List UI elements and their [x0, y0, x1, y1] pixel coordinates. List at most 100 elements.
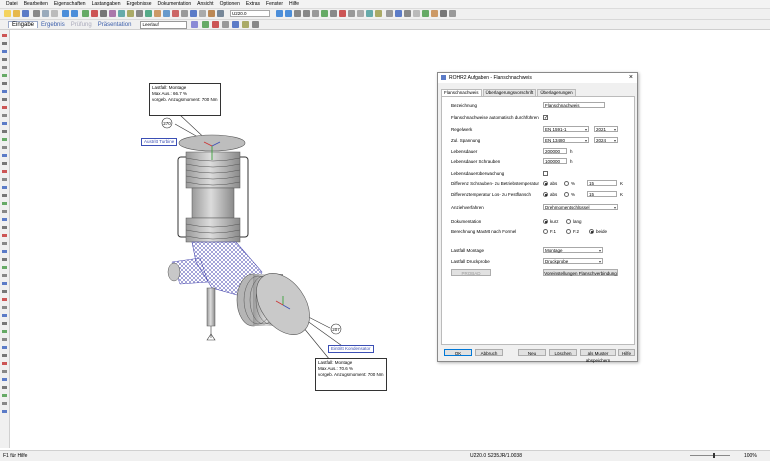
tab-eingabe[interactable]: Eingabe: [8, 21, 39, 28]
tool-warning-icon[interactable]: [2, 362, 7, 365]
deform-icon[interactable]: [222, 21, 230, 28]
print-icon[interactable]: [33, 10, 40, 17]
grid-icon[interactable]: [348, 10, 355, 17]
tool-anchor-icon[interactable]: [2, 106, 7, 109]
flange-result-box-top[interactable]: Lastfall: Montage Max Aus.: 66.7 % vorge…: [149, 83, 221, 116]
berech-f2-radio[interactable]: [566, 229, 571, 234]
view-3d-icon[interactable]: [190, 10, 197, 17]
tool-insulation-icon[interactable]: [2, 194, 7, 197]
menu-eigenschaften[interactable]: Eigenschaften: [54, 1, 86, 7]
tab-pruefung[interactable]: Prüfung: [68, 22, 95, 28]
tool-reducer-icon[interactable]: [2, 58, 7, 61]
tool-copy-icon[interactable]: [2, 242, 7, 245]
fit-icon[interactable]: [312, 10, 319, 17]
tool-pressure-icon[interactable]: [2, 170, 7, 173]
menu-optionen[interactable]: Optionen: [220, 1, 240, 7]
menu-hilfe[interactable]: Hilfe: [289, 1, 299, 7]
tool-layer-icon[interactable]: [2, 290, 7, 293]
menu-extras[interactable]: Extras: [246, 1, 260, 7]
close-icon[interactable]: ×: [629, 73, 633, 83]
measure-icon[interactable]: [386, 10, 393, 17]
tool-arrow-icon[interactable]: [2, 330, 7, 333]
list-icon[interactable]: [181, 10, 188, 17]
tool-export-icon[interactable]: [2, 394, 7, 397]
tool-check-icon[interactable]: [2, 298, 7, 301]
tool-support-icon[interactable]: [2, 82, 7, 85]
new-file-icon[interactable]: [4, 10, 11, 17]
auto-checkbox[interactable]: ✓: [543, 115, 548, 121]
support-icon[interactable]: [91, 10, 98, 17]
shade-icon[interactable]: [366, 10, 373, 17]
doku-lang-radio[interactable]: [566, 219, 571, 224]
tool-import-icon[interactable]: [2, 402, 7, 405]
loeschen-button[interactable]: Löschen: [549, 349, 577, 356]
copy-icon[interactable]: [51, 10, 58, 17]
lebensdauer-input[interactable]: 200000: [543, 148, 567, 154]
tool-spring-icon[interactable]: [2, 90, 7, 93]
snap-icon[interactable]: [321, 10, 328, 17]
valve-icon[interactable]: [127, 10, 134, 17]
tool-seismic-icon[interactable]: [2, 186, 7, 189]
drain-pipe[interactable]: [206, 287, 216, 327]
menu-dokumentation[interactable]: Dokumentation: [158, 1, 192, 7]
diff1-pct-radio[interactable]: [564, 181, 569, 186]
doku-kurz-radio[interactable]: [543, 219, 548, 224]
tool-hanger-icon[interactable]: [2, 146, 7, 149]
tool-flange-icon[interactable]: [2, 66, 7, 69]
tool-nozzle-icon[interactable]: [2, 122, 7, 125]
zoom-out-icon[interactable]: [285, 10, 292, 17]
loadcase-select[interactable]: Leerlauf: [140, 20, 188, 29]
muster-button[interactable]: als Muster abspeichern: [580, 349, 616, 363]
diff2-pct-radio[interactable]: [564, 192, 569, 197]
dialog-tab-flanschnachweis[interactable]: Flanschnachweis: [441, 89, 482, 96]
ueberwachung-checkbox[interactable]: [543, 171, 548, 176]
menu-lastangaben[interactable]: Lastangaben: [92, 1, 121, 7]
tool-options-icon[interactable]: [2, 410, 7, 413]
tool-cloud-icon[interactable]: [2, 346, 7, 349]
tool-vessel-icon[interactable]: [2, 130, 7, 133]
undo-icon[interactable]: [62, 10, 69, 17]
calc-icon[interactable]: [163, 10, 170, 17]
redo-icon[interactable]: [71, 10, 78, 17]
tool-guide-icon[interactable]: [2, 98, 7, 101]
filter-icon[interactable]: [199, 10, 206, 17]
pan-icon[interactable]: [294, 10, 301, 17]
tool-chart-icon[interactable]: [2, 378, 7, 381]
edit-icon[interactable]: [395, 10, 402, 17]
voreinstellungen-button[interactable]: Voreinstellungen Flanschverbindung: [543, 269, 618, 276]
mirror-icon[interactable]: [413, 10, 420, 17]
flange-result-box-bottom[interactable]: Lastfall: Montage Max Aus.: 70.6 % vorge…: [315, 358, 387, 391]
berech-beide-radio[interactable]: [589, 229, 594, 234]
tool-delete-icon[interactable]: [2, 234, 7, 237]
menu-fenster[interactable]: Fenster: [266, 1, 283, 7]
tool-dim-icon[interactable]: [2, 306, 7, 309]
tool-joint-icon[interactable]: [2, 114, 7, 117]
tab-ergebnis[interactable]: Ergebnis: [38, 22, 68, 28]
tool-mirror-icon[interactable]: [2, 266, 7, 269]
spannung-select[interactable]: EN 13480: [543, 137, 589, 144]
tool-line-icon[interactable]: [2, 322, 7, 325]
result-mode-icon[interactable]: [202, 21, 210, 28]
rotate-icon[interactable]: [303, 10, 310, 17]
dialog-tab-ueberlagerungsvorschrift[interactable]: Überlagerungsvorschrift: [482, 89, 537, 96]
lf-druck-select[interactable]: Druckprobe: [543, 258, 603, 265]
schrauben-input[interactable]: 100000: [543, 158, 567, 164]
menu-ergebnisse[interactable]: Ergebnisse: [127, 1, 152, 7]
material-icon[interactable]: [208, 10, 215, 17]
force-icon[interactable]: [232, 21, 240, 28]
tag-eintritt-kondensator[interactable]: Eintritt Kondensator: [328, 345, 374, 353]
menu-ansicht[interactable]: Ansicht: [197, 1, 213, 7]
export-icon[interactable]: [440, 10, 447, 17]
wire-icon[interactable]: [357, 10, 364, 17]
tool-text-icon[interactable]: [2, 314, 7, 317]
tool-material-icon[interactable]: [2, 202, 7, 205]
branch-flange[interactable]: [167, 262, 181, 282]
bend-icon[interactable]: [109, 10, 116, 17]
tool-group-icon[interactable]: [2, 282, 7, 285]
menu-bearbeiten[interactable]: Bearbeiten: [24, 1, 48, 7]
zoom-in-icon[interactable]: [276, 10, 283, 17]
tab-praesentation[interactable]: Präsentation: [95, 22, 135, 28]
tee-icon[interactable]: [136, 10, 143, 17]
bezeichnung-input[interactable]: Flanschnachweis: [543, 102, 605, 108]
save-icon[interactable]: [22, 10, 29, 17]
